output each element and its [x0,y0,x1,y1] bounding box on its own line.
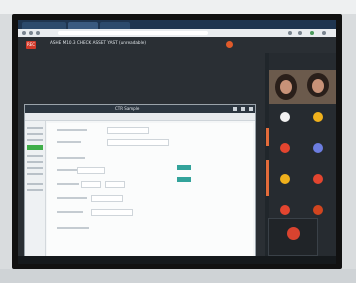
app-sidebar [25,121,46,264]
form-input[interactable] [107,139,169,146]
sidebar-item[interactable] [27,161,43,163]
action-button[interactable] [177,165,191,170]
address-bar [18,29,336,37]
sidebar-item[interactable] [27,173,43,175]
participant-video[interactable] [269,70,336,104]
form-input[interactable] [91,209,133,216]
wall-background [0,0,356,14]
form-label [57,227,89,229]
meeting-title: ASHE M10.3 CHECK ASSET YAST (unreadable) [50,40,146,45]
minimize-icon[interactable] [233,107,237,111]
form-label [57,157,85,159]
participant-tile[interactable] [303,138,333,166]
form-label [57,141,81,143]
app-form-area [47,123,253,264]
maximize-icon[interactable] [241,107,245,111]
form-input[interactable] [107,127,149,134]
menu-icon[interactable] [322,31,326,35]
sidebar-item[interactable] [27,139,43,141]
participant-tile[interactable] [303,107,333,135]
extension-icon[interactable] [298,31,302,35]
form-input[interactable] [77,167,105,174]
browser-tab[interactable] [100,22,130,29]
extension-icon[interactable] [288,31,292,35]
reload-icon[interactable] [36,31,40,35]
sidebar-item-active[interactable] [27,145,43,150]
participant-name [271,126,299,130]
back-icon[interactable] [22,31,26,35]
forward-icon[interactable] [29,31,33,35]
url-field[interactable] [58,31,208,35]
sidebar-item[interactable] [27,183,43,185]
participant-name [304,126,332,130]
form-label [57,129,87,131]
browser-tab-bar [18,20,336,29]
form-input[interactable] [105,181,125,188]
shared-app-window: CTR Sample [24,104,256,264]
avatar [226,41,233,48]
sidebar-item[interactable] [27,189,43,191]
desk-surface [0,269,356,283]
featured-participant-tile[interactable] [268,218,318,256]
participant-tile[interactable] [303,169,333,197]
action-button[interactable] [177,177,191,182]
participant-face [280,80,292,94]
participant-face [312,79,324,93]
avatar [287,227,300,240]
participant-name [304,188,332,192]
participant-name [304,157,332,161]
app-toolbar [25,113,255,121]
participant-name [271,188,299,192]
avatar [313,205,323,215]
close-icon[interactable] [249,107,253,111]
form-label [57,197,87,199]
avatar [280,205,290,215]
meeting-header: REC ASHE M10.3 CHECK ASSET YAST (unreada… [18,37,336,53]
participant-name [271,157,299,161]
avatar [280,143,290,153]
participant-tile[interactable] [270,169,300,197]
app-title-bar: CTR Sample [25,105,255,113]
photo-of-monitor: REC ASHE M10.3 CHECK ASSET YAST (unreada… [0,0,356,283]
avatar [313,143,323,153]
form-input[interactable] [91,195,123,202]
avatar [313,174,323,184]
form-input[interactable] [81,181,101,188]
taskbar [18,256,336,264]
avatar [280,174,290,184]
record-indicator: REC [26,41,36,49]
browser-tab[interactable] [68,22,98,29]
app-window-title: CTR Sample [115,106,140,111]
avatar [280,112,290,122]
sidebar-item[interactable] [27,133,43,135]
avatar [313,112,323,122]
browser-tab[interactable] [22,22,66,29]
form-label [57,211,83,213]
profile-icon[interactable] [310,31,314,35]
sidebar-item[interactable] [27,155,43,157]
participant-tile[interactable] [270,107,300,135]
sidebar-item[interactable] [27,167,43,169]
form-label [57,183,79,185]
sidebar-item[interactable] [27,127,43,129]
participant-tile[interactable] [270,138,300,166]
form-label [57,169,77,171]
